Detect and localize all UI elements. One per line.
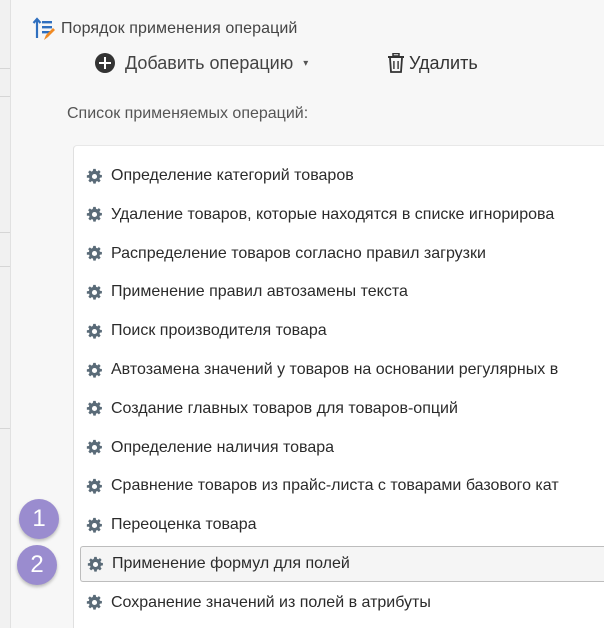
gear-icon: [87, 556, 104, 573]
list-item[interactable]: Удаление товаров, которые находятся в сп…: [80, 197, 604, 233]
gear-icon: [86, 168, 103, 185]
add-operation-button[interactable]: Добавить операцию ▾: [95, 50, 308, 76]
gear-icon: [86, 517, 103, 534]
plus-circle-icon: [95, 53, 115, 73]
toolbar: Добавить операцию ▾ Удалить: [11, 50, 604, 78]
list-item-label: Определение наличия товара: [111, 438, 335, 456]
gear-icon: [86, 594, 103, 611]
delete-label: Удалить: [409, 52, 478, 73]
list-item-label: Удаление товаров, которые находятся в сп…: [111, 205, 555, 223]
list-item[interactable]: Сравнение товаров из прайс-листа с товар…: [80, 468, 604, 504]
list-item[interactable]: Определение категорий товаров: [80, 158, 604, 194]
operations-list-label: Список применяемых операций:: [67, 105, 309, 122]
panel-header: Порядок применения операций: [31, 16, 297, 42]
background-strip: [0, 0, 10, 628]
step-badge-1: 1: [19, 499, 59, 539]
step-badge-2: 2: [17, 545, 57, 585]
list-item[interactable]: Распределение товаров согласно правил за…: [80, 236, 604, 272]
gear-icon: [86, 362, 103, 379]
gear-icon: [86, 206, 103, 223]
operations-order-panel: Порядок применения операций Добавить опе…: [10, 0, 604, 628]
add-operation-label: Добавить операцию: [125, 52, 294, 73]
list-item-label: Сохранение значений из полей в атрибуты: [111, 593, 431, 611]
list-item[interactable]: Применение правил автозамены текста: [80, 274, 604, 310]
list-item-label: Распределение товаров согласно правил за…: [111, 244, 486, 262]
list-item-label: Поиск производителя товара: [111, 322, 327, 340]
list-item-label: Переоценка товара: [111, 516, 257, 534]
list-item-label: Применение формул для полей: [112, 555, 350, 572]
sort-order-icon: [32, 17, 55, 40]
chevron-down-icon: ▾: [303, 57, 309, 69]
list-item-label: Автозамена значений у товаров на основан…: [111, 361, 559, 378]
list-item-label: Определение категорий товаров: [111, 167, 354, 184]
gear-icon: [86, 439, 103, 456]
list-item[interactable]: Сохранение значений из полей в атрибуты: [80, 585, 604, 621]
list-item-label: Применение правил автозамены текста: [111, 283, 408, 301]
panel-title: Порядок применения операций: [61, 20, 298, 37]
list-item[interactable]: Автозамена значений у товаров на основан…: [80, 352, 604, 388]
list-item-label: Создание главных товаров для товаров-опц…: [111, 399, 458, 417]
list-item[interactable]: Создание главных товаров для товаров-опц…: [80, 391, 604, 427]
list-item[interactable]: Применение формул для полей: [80, 546, 604, 582]
gear-icon: [86, 245, 103, 262]
delete-button[interactable]: Удалить: [387, 50, 478, 76]
list-item[interactable]: Поиск производителя товара: [80, 313, 604, 349]
list-item[interactable]: Определение наличия товара: [80, 430, 604, 466]
operations-list: Определение категорий товаров Удаление то…: [73, 145, 604, 628]
gear-icon: [86, 400, 103, 417]
trash-icon: [388, 53, 404, 73]
gear-icon: [86, 323, 103, 340]
list-item-label: Сравнение товаров из прайс-листа с товар…: [111, 477, 559, 495]
gear-icon: [86, 284, 103, 301]
list-item[interactable]: Переоценка товара: [80, 507, 604, 543]
gear-icon: [86, 478, 103, 495]
